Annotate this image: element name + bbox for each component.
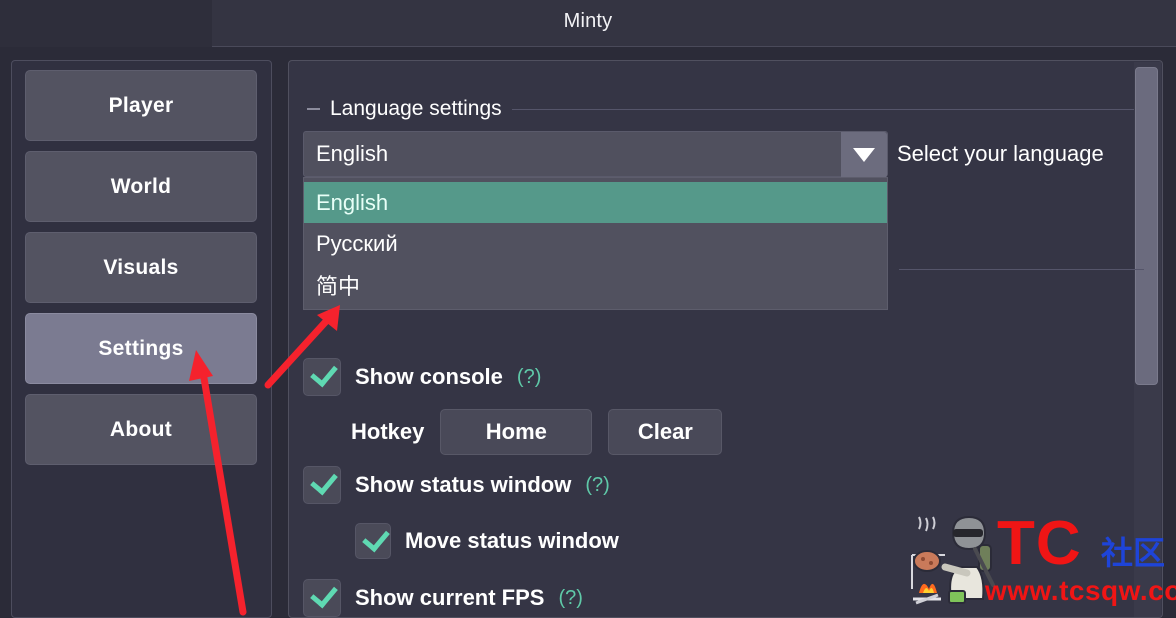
sidebar-item-settings[interactable]: Settings [25, 313, 257, 384]
triangle-down-icon [853, 148, 875, 162]
section-divider [511, 108, 1142, 110]
sidebar-item-player[interactable]: Player [25, 70, 257, 141]
dropdown-option-english[interactable]: English [304, 182, 887, 223]
hotkey-row: Hotkey Home Clear [351, 409, 723, 455]
checkbox-show-console[interactable] [303, 358, 341, 396]
help-icon[interactable]: (?) [558, 587, 582, 610]
window-body: Player World Visuals Settings About Lang… [0, 47, 1176, 618]
hotkey-value-button[interactable]: Home [440, 409, 593, 455]
language-settings-section-header: Language settings [307, 96, 1142, 122]
dropdown-option-chinese[interactable]: 简中 [304, 264, 887, 305]
title-bar: Minty [0, 0, 1176, 47]
option-label: Show status window [355, 472, 572, 497]
app-window: Minty Player World Visuals Settings Abou… [0, 0, 1176, 618]
option-row-show-status-window[interactable]: Show status window (?) [303, 466, 610, 504]
hotkey-label: Hotkey [351, 419, 425, 444]
checkbox-show-current-fps[interactable] [303, 579, 341, 617]
section-title: Language settings [330, 97, 502, 120]
hotkey-clear-button[interactable]: Clear [608, 409, 723, 455]
language-hint-label: Select your language [897, 141, 1104, 166]
language-combo-wrapper: English [303, 131, 888, 178]
sidebar-item-label: World [110, 174, 172, 198]
hint-divider [899, 269, 1144, 270]
option-label: Show current FPS [355, 585, 545, 610]
sidebar: Player World Visuals Settings About [11, 60, 272, 618]
sidebar-item-label: Player [108, 93, 174, 117]
help-icon[interactable]: (?) [585, 474, 609, 497]
dropdown-option-russian[interactable]: Русский [304, 223, 887, 264]
sidebar-item-visuals[interactable]: Visuals [25, 232, 257, 303]
language-selected-value: English [316, 141, 389, 166]
sidebar-item-label: About [109, 417, 173, 441]
chevron-down-icon[interactable] [841, 132, 887, 178]
option-label: Move status window [405, 528, 619, 553]
sidebar-item-label: Settings [98, 336, 184, 360]
help-icon[interactable]: (?) [517, 366, 541, 389]
option-label: Show console [355, 364, 503, 389]
language-select[interactable]: English [303, 131, 888, 178]
sidebar-item-label: Visuals [103, 255, 179, 279]
option-row-show-current-fps[interactable]: Show current FPS (?) [303, 579, 583, 617]
sidebar-item-world[interactable]: World [25, 151, 257, 222]
option-row-show-console[interactable]: Show console (?) [303, 358, 541, 396]
vertical-scrollbar-thumb[interactable] [1135, 67, 1158, 385]
window-title: Minty [563, 10, 613, 32]
settings-content-panel: Language settings English Select your la… [288, 60, 1163, 618]
sidebar-item-about[interactable]: About [25, 394, 257, 465]
checkbox-move-status-window[interactable] [355, 523, 391, 559]
language-dropdown-list: English Русский 简中 [303, 177, 888, 310]
minus-icon[interactable] [307, 108, 320, 110]
checkbox-show-status-window[interactable] [303, 466, 341, 504]
option-row-move-status-window[interactable]: Move status window [355, 523, 619, 559]
vertical-scrollbar-track[interactable] [1134, 62, 1161, 617]
